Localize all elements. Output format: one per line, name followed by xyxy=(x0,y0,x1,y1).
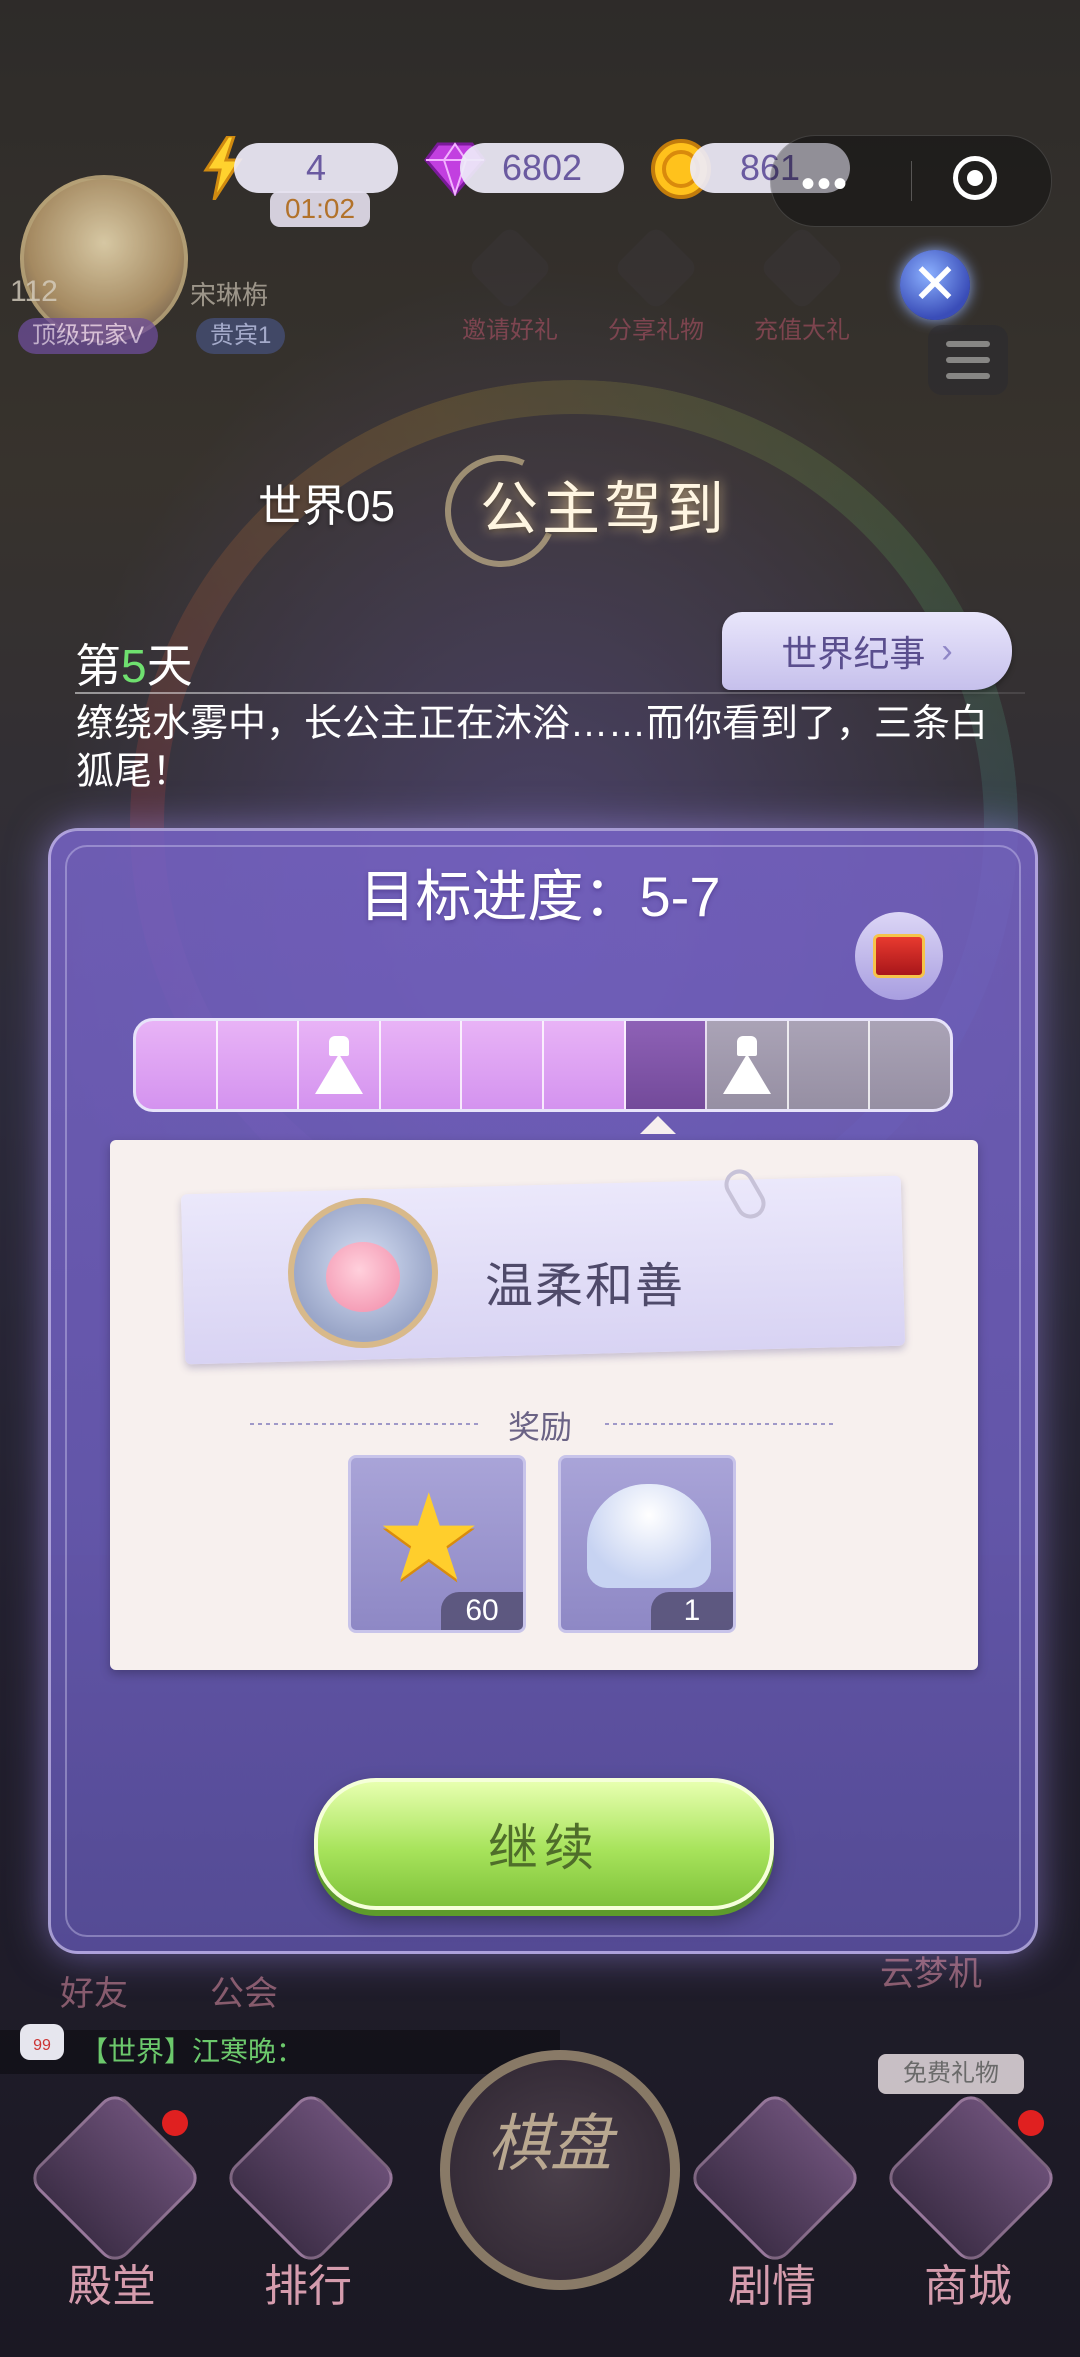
chevron-right-icon: › xyxy=(941,631,953,670)
top-menu-recharge: 充值大礼 xyxy=(742,225,862,345)
close-button[interactable]: ✕ xyxy=(900,250,970,320)
envelope-icon xyxy=(467,225,553,311)
capsule-divider xyxy=(911,161,912,201)
progress-cell xyxy=(707,1021,789,1109)
trait-name: 温柔和善 xyxy=(485,1260,686,1313)
world-chronicle-button[interactable]: 世界纪事 › xyxy=(722,612,1012,690)
guest-tag: 贵宾1 xyxy=(196,318,286,354)
nav-ranking: 排行 xyxy=(264,2262,352,2311)
world-label: 世界05 xyxy=(258,482,395,531)
day-prefix: 第 xyxy=(75,640,121,692)
list-menu-icon xyxy=(928,325,1008,395)
nav-shop: 商城 xyxy=(924,2262,1012,2311)
top-menu-label: 充值大礼 xyxy=(754,317,850,344)
top-menu-share: 分享礼物 xyxy=(596,225,716,345)
top-menu-label: 邀请好礼 xyxy=(462,317,558,344)
player-level: 112 xyxy=(10,275,58,308)
notification-dot xyxy=(162,2110,188,2136)
star-icon: ★ xyxy=(375,1471,483,1605)
more-options-icon[interactable]: ••• xyxy=(801,162,849,207)
nav-hall: 殿堂 xyxy=(68,2262,156,2311)
progress-cell xyxy=(299,1021,381,1109)
day-suffix: 天 xyxy=(146,640,193,692)
reward-divider-right xyxy=(605,1423,835,1425)
notification-dot xyxy=(1018,2110,1044,2136)
shell-icon xyxy=(587,1484,711,1588)
energy-timer: 01:02 xyxy=(270,191,370,227)
cloud-machine-label: 云梦机 xyxy=(880,1955,982,1993)
day-number: 5 xyxy=(121,640,147,692)
divider xyxy=(75,692,1025,694)
player-name: 宋琳栴 xyxy=(190,280,269,310)
vip-tag: 顶级玩家V xyxy=(18,318,159,354)
world-chat-bar: 99 【世界】江寒晚： xyxy=(0,2024,560,2074)
day-label: 第5天 xyxy=(75,630,193,696)
recharge-icon xyxy=(759,225,845,311)
progress-track xyxy=(133,1018,953,1112)
progress-cell xyxy=(136,1021,218,1109)
mini-program-capsule: ••• xyxy=(770,135,1052,227)
gift-icon xyxy=(613,225,699,311)
reward-item[interactable]: ★ 60 xyxy=(348,1455,526,1633)
continue-button[interactable]: 继续 xyxy=(314,1778,774,1910)
friends-label: 好友 xyxy=(60,1975,128,2013)
story-text: 缭绕水雾中，长公主正在沐浴……而你看到了，三条白狐尾！ xyxy=(76,703,989,793)
reward-count: 60 xyxy=(441,1592,523,1630)
progress-cell xyxy=(788,1021,871,1109)
progress-cell xyxy=(543,1021,626,1109)
progress-cell xyxy=(870,1021,950,1109)
progress-cell xyxy=(462,1021,544,1109)
close-icon: ✕ xyxy=(911,252,959,315)
treasure-chest-icon xyxy=(873,934,925,978)
reward-title: 奖励 xyxy=(507,1409,572,1445)
progress-cell xyxy=(217,1021,300,1109)
pet-avatar xyxy=(288,1198,438,1348)
pink-pet-icon xyxy=(326,1242,400,1312)
progress-cell xyxy=(625,1021,708,1109)
chat-channel: 【世界】江寒晚： xyxy=(80,2036,305,2067)
top-menu-invite: 邀请好礼 xyxy=(450,225,570,345)
reward-count: 1 xyxy=(651,1592,733,1630)
dress-icon xyxy=(314,1036,363,1094)
world-title: 公主驾到 xyxy=(480,477,729,542)
nav-story: 剧情 xyxy=(728,2262,816,2311)
dress-icon xyxy=(722,1036,771,1094)
chronicle-label: 世界纪事 xyxy=(781,633,926,674)
gem-counter: 6802 xyxy=(460,143,624,193)
guild-label: 公会 xyxy=(210,1975,278,2013)
energy-value: 4 xyxy=(305,147,327,188)
chessboard-label: 棋盘 xyxy=(487,2110,612,2179)
free-gift-tag: 免费礼物 xyxy=(878,2054,1024,2094)
top-menu-label: 分享礼物 xyxy=(608,317,704,344)
exit-target-icon[interactable] xyxy=(953,156,997,200)
chat-badge: 99 xyxy=(20,2024,64,2060)
progress-cell xyxy=(380,1021,463,1109)
treasure-chest-button[interactable] xyxy=(855,912,943,1000)
reward-item[interactable]: 1 xyxy=(558,1455,736,1633)
progress-pointer xyxy=(640,1116,676,1134)
gem-value: 6802 xyxy=(501,147,583,188)
energy-counter: 4 xyxy=(234,143,398,193)
